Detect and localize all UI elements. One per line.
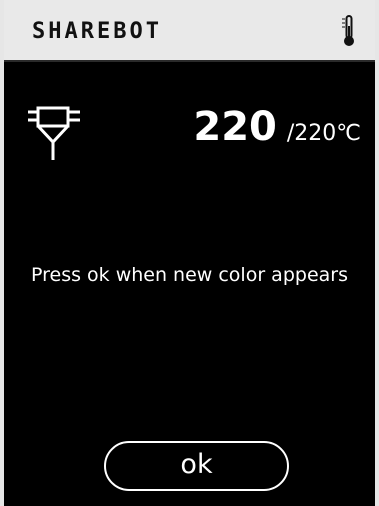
instruction-message: Press ok when new color appears	[30, 264, 348, 286]
target-temperature: /220℃	[286, 121, 361, 146]
app-title: SHAREBOT	[32, 19, 162, 44]
header-bar: SHAREBOT	[4, 0, 375, 62]
nozzle-icon	[28, 106, 80, 160]
display-screen: SHAREBOT 220 /220℃ Press ok when new col…	[4, 0, 375, 506]
current-temperature: 220	[193, 104, 277, 150]
ok-button[interactable]: ok	[104, 441, 289, 491]
device-frame: SHAREBOT 220 /220℃ Press ok when new col…	[0, 0, 379, 506]
thermometer-icon	[342, 15, 354, 46]
temperature-readout: 220 /220℃	[193, 104, 361, 150]
